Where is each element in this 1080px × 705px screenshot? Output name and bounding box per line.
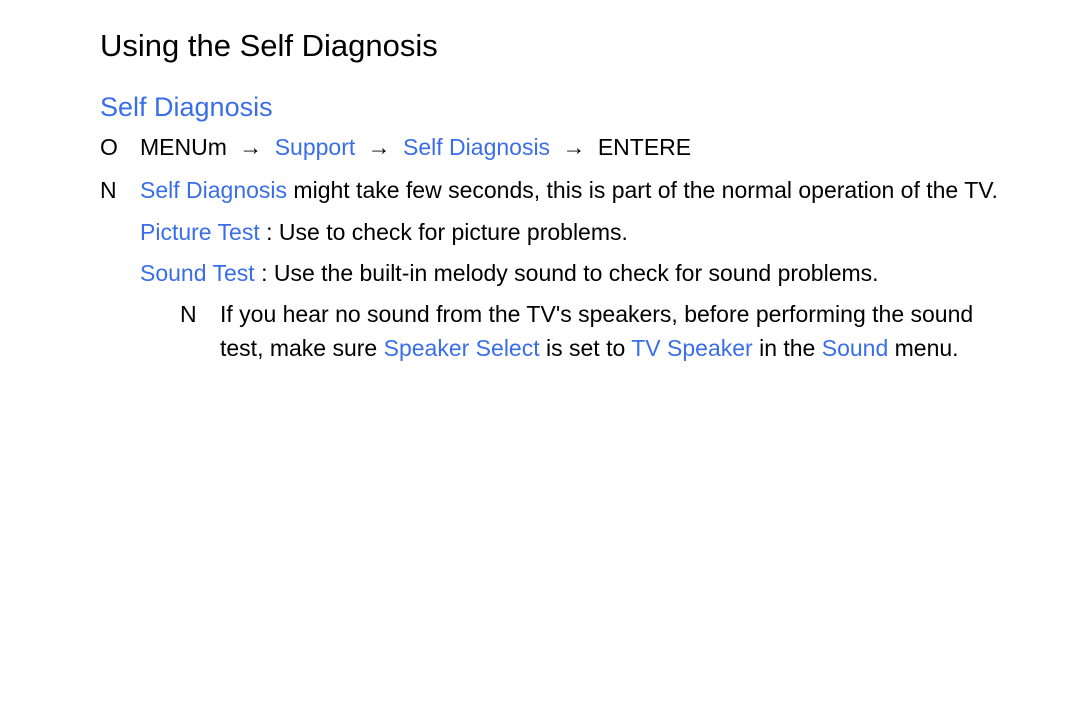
enter-suffix: E <box>676 134 691 160</box>
nested-note-t2: is set to <box>540 335 632 361</box>
tv-speaker-label: TV Speaker <box>631 335 752 361</box>
arrow-icon: → <box>556 134 597 160</box>
nested-note-t4: menu. <box>888 335 958 361</box>
colon: : <box>261 260 274 286</box>
crumb-support: Support <box>275 134 356 160</box>
bullet-o-icon: O <box>100 131 140 164</box>
nested-note-text: If you hear no sound from the TV's speak… <box>220 298 1010 365</box>
crumb-self-diagnosis: Self Diagnosis <box>403 134 550 160</box>
sound-test-text: Sound Test : Use the built-in melody sou… <box>140 257 879 290</box>
note-row: N Self Diagnosis might take few seconds,… <box>100 174 1010 207</box>
colon: : <box>266 219 279 245</box>
note-rest: might take few seconds, this is part of … <box>287 177 998 203</box>
menu-path-row: O MENUm → Support → Self Diagnosis → ENT… <box>100 131 1010 164</box>
sound-test-row: Sound Test : Use the built-in melody sou… <box>140 257 1010 290</box>
sound-test-lead: Sound Test <box>140 260 255 286</box>
nested-note-t3: in the <box>753 335 822 361</box>
arrow-icon: → <box>362 134 403 160</box>
picture-test-rest: Use to check for picture problems. <box>279 219 628 245</box>
arrow-icon: → <box>233 134 274 160</box>
note-n-icon: N <box>180 298 220 331</box>
sound-test-rest: Use the built-in melody sound to check f… <box>274 260 879 286</box>
picture-test-text: Picture Test : Use to check for picture … <box>140 216 628 249</box>
menu-path: MENUm → Support → Self Diagnosis → ENTER… <box>140 131 691 164</box>
sound-menu-label: Sound <box>822 335 889 361</box>
picture-test-lead: Picture Test <box>140 219 260 245</box>
menu-label: MENU <box>140 134 208 160</box>
picture-test-row: Picture Test : Use to check for picture … <box>140 216 1010 249</box>
section-subtitle: Self Diagnosis <box>100 92 1010 123</box>
note-lead: Self Diagnosis <box>140 177 287 203</box>
nested-note-row: N If you hear no sound from the TV's spe… <box>180 298 1010 365</box>
enter-label: ENTER <box>598 134 676 160</box>
page-title: Using the Self Diagnosis <box>100 28 1010 64</box>
speaker-select-label: Speaker Select <box>384 335 540 361</box>
note-text: Self Diagnosis might take few seconds, t… <box>140 174 998 207</box>
menu-suffix: m <box>208 134 227 160</box>
note-n-icon: N <box>100 174 140 207</box>
